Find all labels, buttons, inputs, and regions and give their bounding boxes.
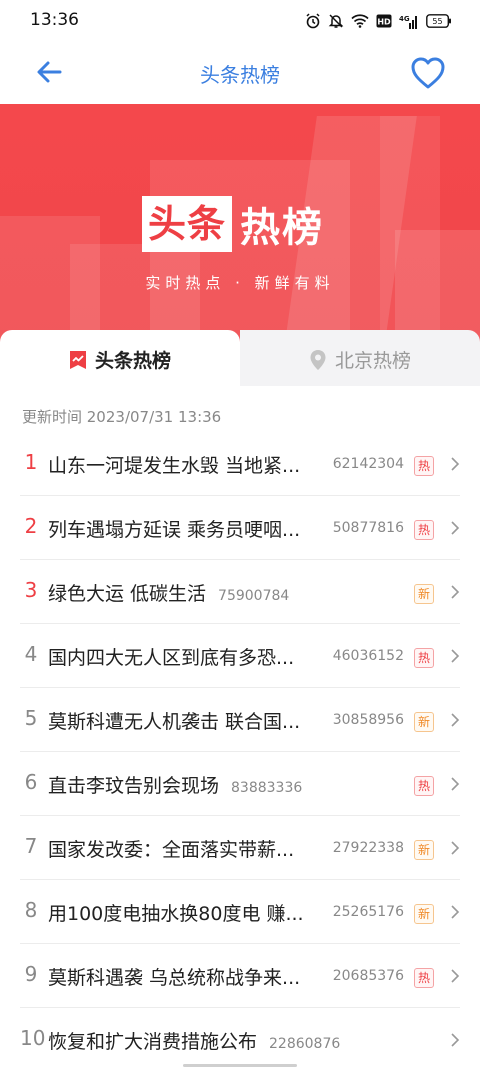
chevron-right-icon xyxy=(451,1033,460,1047)
chevron-right-icon xyxy=(451,585,460,599)
hot-list-item[interactable]: 7 国家发改委：全面落实带薪... 27922338 新 xyxy=(20,816,460,880)
item-title: 用100度电抽水换80度电 赚... xyxy=(48,903,304,925)
favorite-button[interactable] xyxy=(410,56,450,90)
tab-label: 头条热榜 xyxy=(94,350,171,372)
hot-list-item[interactable]: 3 绿色大运 低碳生活 75900784 新 xyxy=(20,560,460,624)
signal-icon: 4G xyxy=(399,14,419,29)
hot-badge: 热 xyxy=(414,520,434,540)
hot-list-banner: 头条 热榜 实时热点 · 新鲜有料 xyxy=(0,104,480,350)
chevron-right-icon xyxy=(451,777,460,791)
chevron-right-icon xyxy=(451,841,460,855)
hot-list-item[interactable]: 4 国内四大无人区到底有多恐... 46036152 热 xyxy=(20,624,460,688)
hd-icon: HD xyxy=(376,14,392,28)
hot-value: 30858956 xyxy=(332,712,404,728)
item-title: 国家发改委：全面落实带薪... xyxy=(48,839,295,861)
hot-value: 22860876 xyxy=(269,1036,341,1052)
new-badge: 新 xyxy=(414,904,434,924)
nav-bar: 头条热榜 xyxy=(0,42,480,104)
item-title: 国内四大无人区到底有多恐... xyxy=(48,647,295,669)
hot-list-item[interactable]: 5 莫斯科遭无人机袭击 联合国... 30858956 新 xyxy=(20,688,460,752)
svg-text:HD: HD xyxy=(377,18,391,27)
tab-beijing-hot[interactable]: 北京热榜 xyxy=(240,330,480,386)
rank-number: 2 xyxy=(24,514,38,538)
rank-number: 6 xyxy=(24,770,38,794)
hot-value: 46036152 xyxy=(332,648,404,664)
rank-number: 4 xyxy=(24,642,38,666)
item-title: 列车遇塌方延误 乘务员哽咽... xyxy=(48,519,301,541)
hot-list-item[interactable]: 10 恢复和扩大消费措施公布 22860876 xyxy=(20,1008,460,1067)
new-badge: 新 xyxy=(414,584,434,604)
item-title: 莫斯科遭无人机袭击 联合国... xyxy=(48,711,301,733)
page-title: 头条热榜 xyxy=(200,63,280,87)
item-title: 莫斯科遇袭 乌总统称战争来... xyxy=(48,967,301,989)
hot-badge: 热 xyxy=(414,648,434,668)
hot-value: 83883336 xyxy=(231,780,303,796)
hot-value: 75900784 xyxy=(218,588,290,604)
wifi-icon xyxy=(351,14,369,28)
hot-badge: 热 xyxy=(414,968,434,988)
hot-value: 27922338 xyxy=(332,840,404,856)
hot-badge: 热 xyxy=(414,776,434,796)
rank-number: 9 xyxy=(24,962,38,986)
item-title: 恢复和扩大消费措施公布 xyxy=(48,1031,258,1053)
hot-value: 25265176 xyxy=(332,904,404,920)
rank-number: 7 xyxy=(24,834,38,858)
rank-number: 1 xyxy=(24,450,38,474)
item-title-wrap: 直击李玟告别会现场 83883336 xyxy=(48,771,302,798)
item-title-wrap: 列车遇塌方延误 乘务员哽咽... xyxy=(48,515,300,542)
item-title: 绿色大运 低碳生活 xyxy=(48,583,207,605)
svg-text:4G: 4G xyxy=(399,15,410,23)
banner-logo: 头条 热榜 xyxy=(142,196,324,252)
item-title: 直击李玟告别会现场 xyxy=(48,775,220,797)
chevron-right-icon xyxy=(451,713,460,727)
hot-badge: 热 xyxy=(414,456,434,476)
battery-level: 55 xyxy=(432,17,442,26)
banner-slogan: 实时热点 · 新鲜有料 xyxy=(145,274,335,292)
tab-label: 北京热榜 xyxy=(334,350,411,372)
item-title-wrap: 国内四大无人区到底有多恐... xyxy=(48,643,294,670)
item-title-wrap: 莫斯科遇袭 乌总统称战争来... xyxy=(48,963,300,990)
heart-icon xyxy=(411,57,445,89)
hot-list-item[interactable]: 6 直击李玟告别会现场 83883336 热 xyxy=(20,752,460,816)
banner-logo-text: 热榜 xyxy=(240,205,325,251)
mute-bell-icon xyxy=(328,13,344,29)
battery-icon: 55 xyxy=(426,14,452,28)
hot-value: 20685376 xyxy=(332,968,404,984)
new-badge: 新 xyxy=(414,712,434,732)
alarm-icon xyxy=(305,13,321,29)
tab-bar: 北京热榜 头条热榜 xyxy=(0,330,480,386)
new-badge: 新 xyxy=(414,840,434,860)
hot-list-item[interactable]: 9 莫斯科遇袭 乌总统称战争来... 20685376 热 xyxy=(20,944,460,1008)
hot-value: 50877816 xyxy=(332,520,404,536)
status-time: 13:36 xyxy=(30,10,79,30)
chevron-right-icon xyxy=(451,521,460,535)
rank-number: 3 xyxy=(24,578,38,602)
rank-number: 5 xyxy=(24,706,38,730)
hot-list-item[interactable]: 8 用100度电抽水换80度电 赚... 25265176 新 xyxy=(20,880,460,944)
chevron-right-icon xyxy=(451,969,460,983)
item-title-wrap: 国家发改委：全面落实带薪... xyxy=(48,835,294,862)
tab-toutiao-hot[interactable]: 头条热榜 xyxy=(0,330,240,386)
item-title-wrap: 用100度电抽水换80度电 赚... xyxy=(48,899,304,926)
trend-flag-icon xyxy=(69,350,86,369)
item-title: 山东一河堤发生水毁 当地紧... xyxy=(48,455,301,477)
status-icons: HD 4G 55 xyxy=(305,12,452,30)
chevron-right-icon xyxy=(451,905,460,919)
item-title-wrap: 绿色大运 低碳生活 75900784 xyxy=(48,579,289,606)
location-pin-icon xyxy=(310,349,326,370)
item-title-wrap: 山东一河堤发生水毁 当地紧... xyxy=(48,451,300,478)
hot-list-item[interactable]: 1 山东一河堤发生水毁 当地紧... 62142304 热 xyxy=(20,432,460,496)
hot-list: 1 山东一河堤发生水毁 当地紧... 62142304 热 2 列车遇塌方延误 乘务员哽咽… xyxy=(0,432,480,1067)
update-time: 更新时间 2023/07/31 13:36 xyxy=(22,408,222,426)
hot-list-item[interactable]: 2 列车遇塌方延误 乘务员哽咽... 50877816 热 xyxy=(20,496,460,560)
chevron-right-icon xyxy=(451,649,460,663)
rank-number: 10 xyxy=(20,1026,46,1050)
banner-logo-box: 头条 xyxy=(142,196,233,252)
item-title-wrap: 恢复和扩大消费措施公布 22860876 xyxy=(48,1027,340,1054)
chevron-right-icon xyxy=(451,457,460,471)
rank-number: 8 xyxy=(24,898,38,922)
item-title-wrap: 莫斯科遭无人机袭击 联合国... xyxy=(48,707,300,734)
hot-value: 62142304 xyxy=(332,456,404,472)
status-bar: 13:36 HD 4G 55 xyxy=(0,0,480,42)
